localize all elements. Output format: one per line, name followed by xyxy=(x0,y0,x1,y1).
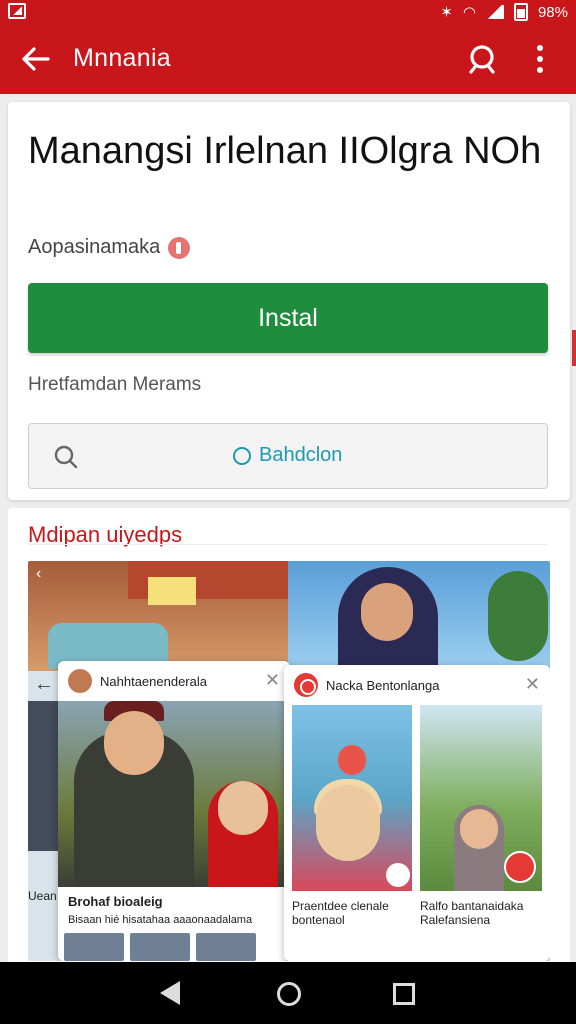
overflow-menu-button[interactable] xyxy=(528,43,552,75)
scene-flag xyxy=(148,577,196,605)
nav-recents-icon[interactable] xyxy=(393,983,415,1005)
app-details-card: Manangsi Irlelnan IIOlgra NOh Aopasinama… xyxy=(8,102,570,500)
more-vert-dot xyxy=(537,67,543,73)
app-info-text: Hretfamdan Merams xyxy=(28,374,202,395)
photo-balloon xyxy=(338,745,366,775)
thumbnail-row xyxy=(58,933,290,961)
more-vert-dot xyxy=(537,56,543,62)
photo-boy-in-uniform xyxy=(58,701,290,887)
battery-icon xyxy=(513,3,528,21)
media-card: Mdipan uiyedps ‹ ← Uean Icnh Areasm Nahh… xyxy=(8,508,570,968)
search-button[interactable] xyxy=(466,43,498,75)
dialog-caption: Ralfo bantanaidaka Ralefansiena xyxy=(420,899,524,927)
publisher-name: Aopasinamaka xyxy=(28,236,161,258)
photo-face xyxy=(104,711,164,775)
dialog-name: Nahhtaenenderala xyxy=(100,673,207,689)
photo-child-with-hat xyxy=(292,705,412,891)
search-action-label: Bahdclon xyxy=(259,444,343,466)
divider xyxy=(28,544,548,545)
nav-back-icon[interactable] xyxy=(160,981,180,1005)
search-bar[interactable]: Bahdclon xyxy=(28,423,548,489)
thumbnail[interactable] xyxy=(196,933,256,961)
gallery-notification-icon xyxy=(8,3,26,19)
pause-icon[interactable] xyxy=(386,863,410,887)
dialog-caption: Brohaf bioaleig xyxy=(68,894,163,909)
scene-face xyxy=(361,583,413,641)
nav-home-icon[interactable] xyxy=(277,982,301,1006)
app-bar-title: Mnnania xyxy=(73,44,171,72)
battery-percentage: 98% xyxy=(537,3,568,21)
photo-child-waving xyxy=(420,705,542,891)
search-icon xyxy=(469,45,495,74)
dialog-header: Nacka Bentonlanga xyxy=(284,665,550,705)
more-vert-icon xyxy=(537,45,543,51)
dialog-caption: Praentdee clenale bontenaol xyxy=(292,899,389,927)
wifi-icon: ◠ xyxy=(462,4,476,21)
dialog-header: Nahhtaenenderala xyxy=(58,661,290,701)
left-screenshot-person xyxy=(28,701,58,851)
thumbnail[interactable] xyxy=(64,933,124,961)
thumbnail[interactable] xyxy=(130,933,190,961)
scroll-edge-marker xyxy=(572,330,576,366)
arrow-left-icon xyxy=(22,47,50,71)
screenshot-card-right[interactable]: Nacka Bentonlanga ✕ Praentdee clenale bo… xyxy=(284,665,550,961)
status-bar: ✶ ◠ 98% xyxy=(0,0,576,24)
publisher-row[interactable]: Aopasinamaka xyxy=(28,236,191,259)
app-bar: Mnnania xyxy=(0,24,576,94)
screenshot-gallery[interactable]: ‹ ← Uean Icnh Areasm Nahhtaenenderala ✕ … xyxy=(28,561,550,961)
navigation-bar xyxy=(0,962,576,1024)
photo-face xyxy=(316,785,380,861)
chevron-left-icon[interactable]: ‹ xyxy=(36,565,41,583)
back-button[interactable] xyxy=(20,44,52,74)
app-title: Manangsi Irlelnan IIOlgra NOh xyxy=(28,130,542,172)
circle-icon xyxy=(233,446,251,465)
camera-icon xyxy=(294,673,318,697)
bluetooth-icon: ✶ xyxy=(440,4,453,21)
scene-tree xyxy=(488,571,548,661)
dialog-name: Nacka Bentonlanga xyxy=(326,677,440,693)
search-action[interactable]: Bahdclon xyxy=(233,444,342,467)
video-icon[interactable] xyxy=(504,851,536,883)
signal-icon xyxy=(485,5,504,19)
arrow-left-icon[interactable]: ← xyxy=(34,673,54,696)
screenshot-card-left[interactable]: Nahhtaenenderala ✕ Brohaf bioaleig Bisaa… xyxy=(58,661,290,961)
photo-face xyxy=(218,781,268,835)
photo-face xyxy=(460,809,498,849)
magnifier-icon xyxy=(54,445,78,469)
close-icon[interactable]: ✕ xyxy=(265,671,280,689)
avatar xyxy=(68,669,92,693)
close-icon[interactable]: ✕ xyxy=(525,675,540,693)
badge-icon xyxy=(168,236,191,259)
install-button[interactable]: Instal xyxy=(28,283,548,353)
dialog-subcaption: Bisaan hié hisatahaa aaaonaadalama xyxy=(68,914,253,926)
top-screenshot: ‹ xyxy=(28,561,550,671)
status-icons: ✶ ◠ 98% xyxy=(440,2,568,22)
left-edge-text: Uean Icnh Areasm xyxy=(28,889,58,903)
